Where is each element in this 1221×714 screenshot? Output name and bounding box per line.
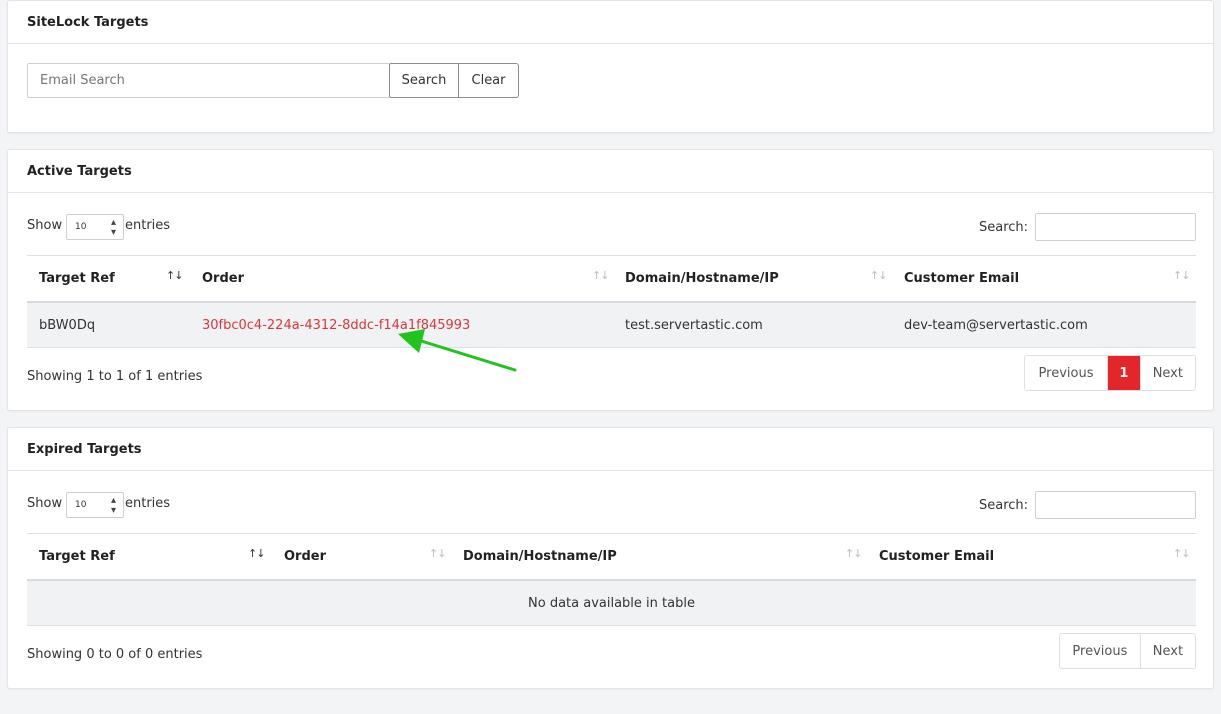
cell-customer-email: dev-team@servertastic.com <box>904 318 1088 333</box>
empty-message: No data available in table <box>528 595 695 611</box>
entries-label: entries <box>125 496 171 511</box>
sort-arrows-icon[interactable]: ↑↓ <box>166 269 183 282</box>
column-header-target-ref[interactable]: Target Ref <box>39 549 115 564</box>
entries-label: entries <box>125 218 171 233</box>
table-info: Showing 1 to 1 of 1 entries <box>27 369 203 384</box>
page-size-select[interactable]: 10 ▴ ▾ <box>66 214 124 240</box>
sort-arrows-icon[interactable]: ↑↓ <box>845 547 862 560</box>
table-bottom-border <box>27 347 1196 348</box>
empty-table-row: No data available in table <box>27 581 1196 625</box>
expired-targets-panel: Expired Targets Show 10 ▴ ▾ entries Searc… <box>7 427 1214 689</box>
search-label: Search: <box>979 220 1029 235</box>
order-link[interactable]: 30fbc0c4-224a-4312-8ddc-f14a1f845993 <box>202 318 470 333</box>
sitelock-targets-panel: SiteLock Targets Search Clear <box>7 0 1214 133</box>
column-header-customer-email[interactable]: Customer Email <box>879 549 994 564</box>
table-top-border <box>27 255 1196 256</box>
column-header-target-ref[interactable]: Target Ref <box>39 271 115 286</box>
panel-title: Expired Targets <box>8 428 1213 471</box>
panel-title: Active Targets <box>8 150 1213 193</box>
table-info: Showing 0 to 0 of 0 entries <box>27 647 203 662</box>
table-top-border <box>27 533 1196 534</box>
sort-arrows-icon[interactable]: ↑↓ <box>870 269 887 282</box>
previous-button[interactable]: Previous <box>1060 634 1140 668</box>
sort-arrows-icon[interactable]: ↑↓ <box>1173 547 1190 560</box>
column-header-domain[interactable]: Domain/Hostname/IP <box>625 271 779 286</box>
clear-button[interactable]: Clear <box>458 63 519 98</box>
show-label: Show <box>27 496 63 511</box>
column-header-order[interactable]: Order <box>284 549 326 564</box>
search-button[interactable]: Search <box>389 63 459 98</box>
next-button[interactable]: Next <box>1139 356 1195 390</box>
sort-arrows-icon[interactable]: ↑↓ <box>248 547 265 560</box>
page-size-select[interactable]: 10 ▴ ▾ <box>66 492 124 518</box>
select-toggle-icon: ▴ ▾ <box>110 217 116 238</box>
page-1-button[interactable]: 1 <box>1107 356 1140 390</box>
next-button[interactable]: Next <box>1139 634 1195 668</box>
previous-button[interactable]: Previous <box>1025 356 1107 390</box>
active-targets-panel: Active Targets Show 10 ▴ ▾ entries Search… <box>7 149 1214 411</box>
search-label: Search: <box>979 498 1029 513</box>
pagination: Previous 1 Next <box>1024 355 1196 391</box>
column-header-domain[interactable]: Domain/Hostname/IP <box>463 549 617 564</box>
email-search-input[interactable] <box>27 63 390 98</box>
pagination: Previous Next <box>1059 633 1196 669</box>
table-bottom-border <box>27 625 1196 626</box>
column-header-order[interactable]: Order <box>202 271 244 286</box>
panel-title: SiteLock Targets <box>8 1 1213 44</box>
column-header-customer-email[interactable]: Customer Email <box>904 271 1019 286</box>
cell-domain: test.servertastic.com <box>625 318 763 333</box>
page-size-value: 10 <box>75 500 87 510</box>
show-label: Show <box>27 218 63 233</box>
select-toggle-icon: ▴ ▾ <box>110 495 116 516</box>
sort-arrows-icon[interactable]: ↑↓ <box>592 269 609 282</box>
page-size-value: 10 <box>75 222 87 232</box>
cell-target-ref: bBW0Dq <box>39 318 96 333</box>
sort-arrows-icon[interactable]: ↑↓ <box>429 547 446 560</box>
table-search-input[interactable] <box>1035 491 1196 519</box>
table-search-input[interactable] <box>1035 213 1196 241</box>
sort-arrows-icon[interactable]: ↑↓ <box>1173 269 1190 282</box>
